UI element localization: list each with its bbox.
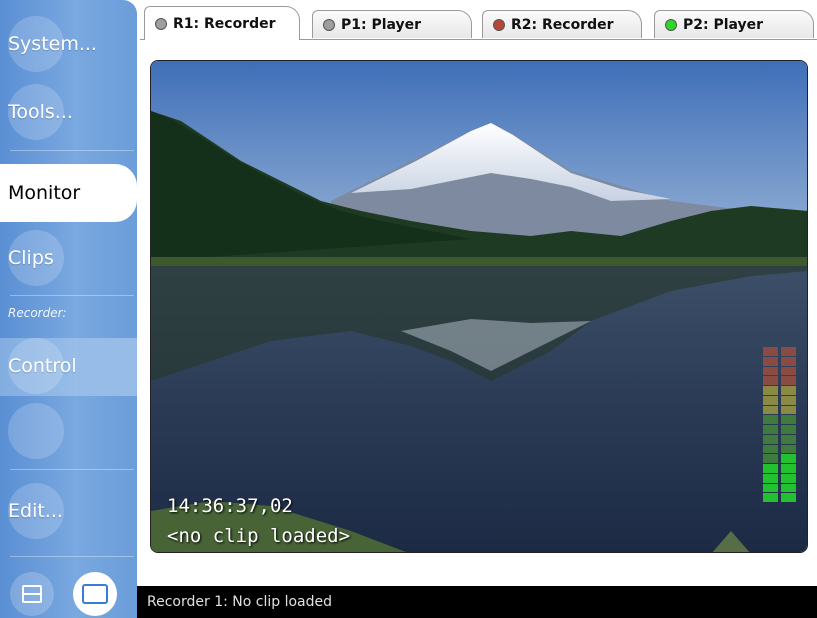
tab-r1-recorder[interactable]: R1: Recorder <box>144 6 300 40</box>
single-view-icon <box>82 584 108 604</box>
split-view-icon <box>22 585 42 603</box>
timecode-display: 14:36:37,02 <box>167 495 293 517</box>
clip-status-overlay: <no clip loaded> <box>167 525 351 547</box>
app-window: System... Tools... Monitor Clips Recorde… <box>0 0 817 618</box>
system-menu-button[interactable]: System... <box>0 14 137 74</box>
status-led-icon <box>493 18 505 31</box>
tab-p2-player[interactable]: P2: Player <box>654 10 814 38</box>
sidebar-divider <box>10 469 134 470</box>
tab-label: P2: Player <box>683 16 764 33</box>
sidebar-item-clips[interactable]: Clips <box>0 228 137 288</box>
tab-r2-recorder[interactable]: R2: Recorder <box>482 10 642 38</box>
status-led-icon <box>155 17 167 30</box>
sidebar-item-control[interactable]: Control <box>0 336 137 396</box>
tab-label: R1: Recorder <box>173 15 276 32</box>
sidebar: System... Tools... Monitor Clips Recorde… <box>0 0 137 618</box>
recorder-section-label: Recorder: <box>8 306 67 320</box>
view-toggle-group <box>0 566 137 618</box>
sidebar-item-clips-label: Clips <box>8 247 54 269</box>
tools-menu-label: Tools... <box>8 101 73 123</box>
status-led-icon <box>323 18 335 31</box>
sidebar-divider <box>10 556 134 557</box>
sidebar-item-monitor-label: Monitor <box>8 182 81 204</box>
sidebar-divider <box>10 150 134 151</box>
sidebar-item-control-label: Control <box>8 355 77 377</box>
tab-p1-player[interactable]: P1: Player <box>312 10 472 38</box>
tools-menu-button[interactable]: Tools... <box>0 82 137 142</box>
tab-label: R2: Recorder <box>511 16 614 33</box>
edit-menu-button[interactable]: Edit... <box>0 480 137 542</box>
edit-menu-label: Edit... <box>8 500 63 522</box>
empty-sidebar-button[interactable] <box>0 400 137 462</box>
status-led-icon <box>665 18 677 31</box>
audio-meter-left <box>763 347 778 503</box>
tab-label: P1: Player <box>341 16 422 33</box>
status-text: Recorder 1: No clip loaded <box>147 594 332 610</box>
sidebar-item-monitor[interactable]: Monitor <box>0 164 137 222</box>
status-bar: Recorder 1: No clip loaded <box>137 586 817 618</box>
sidebar-divider <box>10 295 134 296</box>
channel-tabs: R1: Recorder P1: Player R2: Recorder P2:… <box>140 6 817 42</box>
system-menu-label: System... <box>8 33 97 55</box>
audio-level-meters <box>763 347 799 503</box>
single-view-button[interactable] <box>73 572 117 616</box>
video-monitor[interactable]: 14:36:37,02 <no clip loaded> <box>150 60 808 553</box>
audio-meter-right <box>781 347 796 503</box>
split-view-button[interactable] <box>10 572 54 616</box>
video-frame <box>151 61 807 552</box>
